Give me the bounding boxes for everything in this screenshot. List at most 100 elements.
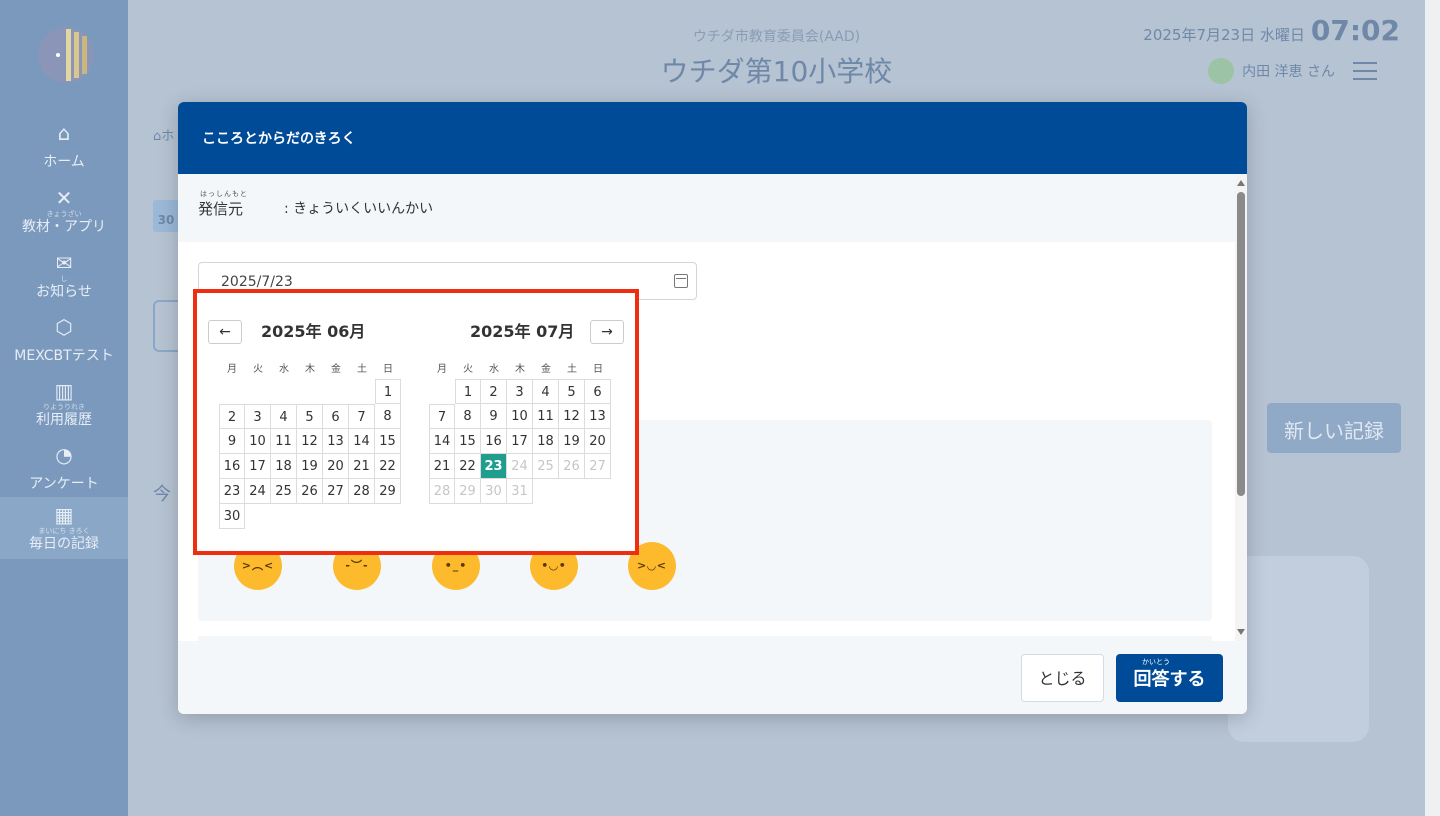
sidebar-item-ruby xyxy=(0,467,128,475)
sidebar-item-4[interactable]: ▥ りようりれき 利用履歴 xyxy=(0,373,128,435)
background-card xyxy=(1228,556,1369,742)
weekday-label: 木 xyxy=(515,364,525,375)
scroll-thumb[interactable] xyxy=(1237,192,1245,496)
sidebar-item-1[interactable]: ✕ きょうざい 教材・アプリ xyxy=(0,180,128,242)
day-cell[interactable]: 20 xyxy=(323,454,349,479)
weekday-label: 火 xyxy=(463,364,473,375)
day-cell[interactable]: 22 xyxy=(375,454,401,479)
sidebar-item-3[interactable]: ⬡ MEXCBTテスト xyxy=(0,309,128,371)
day-cell[interactable]: 21 xyxy=(429,454,455,479)
day-cell[interactable]: 23 xyxy=(219,479,245,504)
day-cell[interactable]: 4 xyxy=(533,379,559,404)
day-cell[interactable]: 9 xyxy=(481,404,507,429)
day-cell[interactable]: 20 xyxy=(585,429,611,454)
sidebar-item-label: 毎日の記録 xyxy=(29,536,99,552)
day-cell[interactable]: 2 xyxy=(481,379,507,404)
day-cell[interactable]: 17 xyxy=(245,454,271,479)
month-title-june: 2025年 06月 xyxy=(261,322,366,341)
scroll-up-icon[interactable] xyxy=(1237,180,1245,186)
day-cell[interactable]: 2 xyxy=(219,404,245,429)
prev-month-button[interactable]: ← xyxy=(208,320,242,344)
day-cell[interactable]: 14 xyxy=(429,429,455,454)
calendar-icon[interactable] xyxy=(674,274,688,288)
day-cell[interactable]: 18 xyxy=(271,454,297,479)
day-cell[interactable]: 19 xyxy=(559,429,585,454)
day-cell[interactable]: 15 xyxy=(375,429,401,454)
sidebar-item-ruby: し xyxy=(60,275,68,283)
day-cell[interactable]: 7 xyxy=(349,404,375,429)
day-cell: 26 xyxy=(559,454,585,479)
answer-button[interactable]: かいとう 回答する xyxy=(1116,654,1223,702)
tools-icon: ✕ xyxy=(55,186,73,210)
next-month-button[interactable]: → xyxy=(590,320,624,344)
day-cell[interactable]: 3 xyxy=(245,404,271,429)
day-cell[interactable]: 28 xyxy=(349,479,375,504)
sender-value: : きょういくいいんかい xyxy=(284,201,434,217)
sidebar-item-5[interactable]: ◔ アンケート xyxy=(0,437,128,499)
day-cell[interactable]: 25 xyxy=(271,479,297,504)
bar-chart-icon: ▥ xyxy=(54,379,74,403)
day-cell[interactable]: 13 xyxy=(585,404,611,429)
day-cell[interactable]: 11 xyxy=(271,429,297,454)
day-cell[interactable]: 12 xyxy=(559,404,585,429)
day-cell[interactable]: 1 xyxy=(455,379,481,404)
calendar-icon: ▦ xyxy=(54,503,74,527)
day-cell[interactable]: 29 xyxy=(375,479,401,504)
day-cell[interactable]: 5 xyxy=(559,379,585,404)
empty-cell xyxy=(323,379,349,404)
day-cell[interactable]: 21 xyxy=(349,454,375,479)
day-cell[interactable]: 14 xyxy=(349,429,375,454)
scroll-down-icon[interactable] xyxy=(1237,629,1245,635)
day-cell[interactable]: 13 xyxy=(323,429,349,454)
day-cell[interactable]: 10 xyxy=(245,429,271,454)
day-cell[interactable]: 18 xyxy=(533,429,559,454)
empty-cell xyxy=(349,379,375,404)
selected-day-cell[interactable]: 23 xyxy=(481,454,507,479)
day-cell[interactable]: 3 xyxy=(507,379,533,404)
page-scrollbar[interactable] xyxy=(1425,0,1440,816)
empty-cell xyxy=(429,379,455,404)
day-cell[interactable]: 10 xyxy=(507,404,533,429)
day-cell[interactable]: 19 xyxy=(297,454,323,479)
calendar-grid-june: 月火水木金土日 1 2 3 4 5 6 7 8 9 10 11 12 13 14 15 16 17 18 19 20 21… xyxy=(219,361,401,529)
day-cell[interactable]: 6 xyxy=(585,379,611,404)
app-logo xyxy=(38,27,94,83)
day-cell[interactable]: 15 xyxy=(455,429,481,454)
sidebar-item-ruby: きょうざい xyxy=(46,210,82,218)
day-cell[interactable]: 16 xyxy=(219,454,245,479)
day-cell[interactable]: 11 xyxy=(533,404,559,429)
day-cell[interactable]: 12 xyxy=(297,429,323,454)
sidebar-item-label: ホーム xyxy=(43,154,85,170)
day-cell[interactable]: 16 xyxy=(481,429,507,454)
mail-icon: ✉ xyxy=(55,251,73,275)
weekday-label: 月 xyxy=(227,364,237,375)
sidebar: ⌂ ホーム ✕ きょうざい 教材・アプリ ✉ しお知らせ ⬡ MEXCBTテスト ▥ りようりれき利… xyxy=(0,0,128,816)
sidebar-item-2[interactable]: ✉ しお知らせ xyxy=(0,245,128,307)
weekday-label: 水 xyxy=(279,364,289,375)
sidebar-item-label: アンケート xyxy=(29,476,99,492)
day-cell[interactable]: 8 xyxy=(455,404,481,429)
day-cell[interactable]: 27 xyxy=(323,479,349,504)
day-cell[interactable]: 5 xyxy=(297,404,323,429)
sidebar-item-6[interactable]: ▦ まいにち きろく 毎日の記録 xyxy=(0,497,128,559)
day-cell[interactable]: 17 xyxy=(507,429,533,454)
day-cell[interactable]: 22 xyxy=(455,454,481,479)
day-cell[interactable]: 8 xyxy=(375,404,401,429)
calendar-tile: 30 xyxy=(153,200,179,232)
day-cell[interactable]: 9 xyxy=(219,429,245,454)
day-cell: 25 xyxy=(533,454,559,479)
day-cell[interactable]: 30 xyxy=(219,504,245,529)
sidebar-item-ruby: まいにち きろく xyxy=(38,527,90,535)
day-cell[interactable]: 7 xyxy=(429,404,455,429)
user-info[interactable]: 内田 洋恵 さん xyxy=(1208,58,1335,84)
day-cell[interactable]: 24 xyxy=(245,479,271,504)
day-cell[interactable]: 26 xyxy=(297,479,323,504)
close-button[interactable]: とじる xyxy=(1021,654,1104,702)
day-cell[interactable]: 6 xyxy=(323,404,349,429)
sidebar-item-0[interactable]: ⌂ ホーム xyxy=(0,115,128,177)
hamburger-menu-icon[interactable] xyxy=(1353,62,1377,80)
new-record-button[interactable]: 新しい記録 xyxy=(1267,403,1401,453)
day-cell[interactable]: 4 xyxy=(271,404,297,429)
modal-scrollbar[interactable] xyxy=(1235,174,1247,641)
day-cell[interactable]: 1 xyxy=(375,379,401,404)
